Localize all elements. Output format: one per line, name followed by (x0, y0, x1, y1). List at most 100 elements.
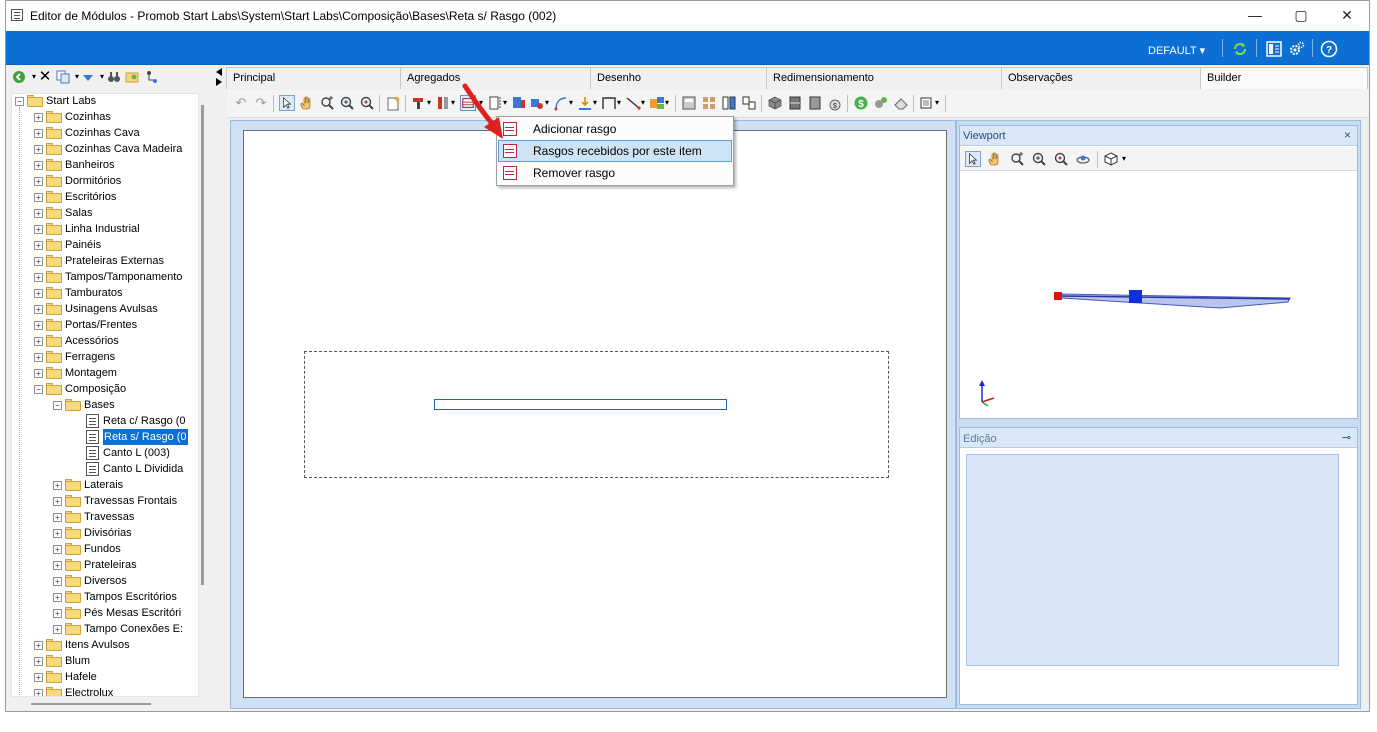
expand-icon[interactable]: + (34, 161, 43, 170)
chevron-down-icon[interactable]: ▾ (1120, 151, 1128, 167)
expand-icon[interactable]: + (34, 193, 43, 202)
maximize-button[interactable]: ▢ (1278, 1, 1324, 31)
collapse-icon[interactable]: − (15, 97, 24, 106)
chevron-down-icon[interactable]: ▾ (615, 95, 623, 111)
pan-hand-icon[interactable] (987, 151, 1003, 167)
texture-icon[interactable] (873, 95, 889, 111)
pan-hand-icon[interactable] (299, 95, 315, 111)
chevron-down-icon[interactable]: ▾ (933, 95, 941, 111)
module-outline[interactable] (304, 351, 889, 478)
expand-icon[interactable]: + (34, 177, 43, 186)
expand-icon[interactable]: + (34, 257, 43, 266)
menu-item-adicionar-rasgo[interactable]: Adicionar rasgo (498, 118, 732, 140)
3d-model-preview[interactable] (1050, 284, 1300, 316)
groove-shape[interactable] (434, 399, 727, 410)
chevron-down-icon[interactable]: ▾ (567, 95, 575, 111)
collapse-pane-icon[interactable] (214, 67, 224, 87)
price-icon[interactable]: $ (853, 95, 869, 111)
expand-icon[interactable]: + (34, 241, 43, 250)
expand-icon[interactable]: + (34, 673, 43, 682)
copy-icon[interactable] (56, 70, 70, 84)
expand-icon[interactable]: + (53, 609, 62, 618)
expand-icon[interactable]: + (34, 273, 43, 282)
gear-icon[interactable] (1288, 40, 1306, 58)
image-folder-icon[interactable] (125, 70, 139, 84)
chevron-down-icon[interactable]: ▾ (543, 95, 551, 111)
layout-icon[interactable] (1265, 40, 1283, 58)
profile-selector[interactable]: DEFAULT ▾ (1148, 44, 1205, 57)
expand-icon[interactable]: + (53, 593, 62, 602)
drawing-canvas[interactable] (243, 130, 947, 698)
edicao-content[interactable] (966, 454, 1339, 666)
expand-icon[interactable]: + (34, 289, 43, 298)
refresh-icon[interactable] (1231, 40, 1249, 58)
chevron-down-icon[interactable]: ▾ (591, 95, 599, 111)
view-cube-icon[interactable] (1103, 151, 1119, 167)
expand-icon[interactable]: + (53, 577, 62, 586)
eraser-icon[interactable] (893, 95, 909, 111)
chevron-down-icon[interactable]: ▾ (639, 95, 647, 111)
expand-icon[interactable]: + (34, 113, 43, 122)
split-panel-icon[interactable] (721, 95, 737, 111)
expand-icon[interactable]: + (34, 369, 43, 378)
orbit-icon[interactable] (1075, 151, 1091, 167)
tab-redimensionamento[interactable]: Redimensionamento (766, 67, 1002, 89)
menu-item-rasgos-recebidos[interactable]: Rasgos recebidos por este item (498, 140, 732, 162)
calculator-icon[interactable] (681, 95, 697, 111)
undo-icon[interactable]: ↶ (233, 95, 249, 111)
move-down-icon[interactable] (81, 70, 95, 84)
chevron-down-icon[interactable]: ▾ (425, 95, 433, 111)
tab-observacoes[interactable]: Observações (1001, 67, 1201, 89)
expand-icon[interactable]: + (34, 145, 43, 154)
tab-principal[interactable]: Principal (226, 67, 401, 89)
expand-icon[interactable]: + (34, 689, 43, 696)
expand-icon[interactable]: + (34, 641, 43, 650)
new-item-icon[interactable] (385, 95, 401, 111)
collapse-icon[interactable]: − (34, 385, 43, 394)
expand-icon[interactable]: + (34, 225, 43, 234)
expand-icon[interactable]: + (34, 129, 43, 138)
tree-expand-icon[interactable] (145, 70, 159, 84)
close-button[interactable]: ✕ (1324, 1, 1369, 31)
tab-desenho[interactable]: Desenho (590, 67, 767, 89)
minimize-button[interactable]: — (1232, 1, 1278, 31)
redo-icon[interactable]: ↷ (253, 95, 269, 111)
zoom-out-icon[interactable] (359, 95, 375, 111)
chevron-down-icon[interactable]: ▾ (663, 95, 671, 111)
tree-vertical-scrollbar[interactable] (201, 105, 204, 585)
money-bag-icon[interactable]: $ (827, 95, 843, 111)
back-icon[interactable] (12, 70, 26, 84)
align-icon[interactable] (741, 95, 757, 111)
zoom-in-icon[interactable] (1031, 151, 1047, 167)
expand-icon[interactable]: + (53, 481, 62, 490)
zoom-fit-icon[interactable] (1009, 151, 1025, 167)
panel-icon[interactable] (807, 95, 823, 111)
expand-icon[interactable]: + (34, 209, 43, 218)
expand-icon[interactable]: + (34, 353, 43, 362)
expand-icon[interactable]: + (53, 561, 62, 570)
tree-horizontal-scrollbar[interactable] (31, 703, 151, 705)
delete-icon[interactable]: ✕ (38, 69, 52, 84)
select-pointer-icon[interactable] (279, 95, 295, 111)
expand-icon[interactable]: + (34, 305, 43, 314)
help-icon[interactable]: ? (1320, 40, 1338, 58)
zoom-in-icon[interactable] (339, 95, 355, 111)
binoculars-icon[interactable] (107, 70, 121, 84)
expand-icon[interactable]: + (34, 337, 43, 346)
select-pointer-icon[interactable] (965, 151, 981, 167)
grid-icon[interactable] (701, 95, 717, 111)
expand-icon[interactable]: + (53, 497, 62, 506)
zoom-out-icon[interactable] (1053, 151, 1069, 167)
tab-builder[interactable]: Builder (1200, 67, 1368, 89)
viewport-close-button[interactable]: × (1344, 128, 1351, 142)
expand-icon[interactable]: + (53, 513, 62, 522)
expand-icon[interactable]: + (53, 529, 62, 538)
cube-icon[interactable] (767, 95, 783, 111)
list-icon[interactable] (511, 95, 527, 111)
zoom-fit-icon[interactable] (319, 95, 335, 111)
cabinet-icon[interactable] (787, 95, 803, 111)
chevron-down-icon[interactable]: ▾ (449, 95, 457, 111)
expand-icon[interactable]: + (53, 625, 62, 634)
expand-icon[interactable]: + (34, 321, 43, 330)
pin-icon[interactable]: ⊸ (1342, 431, 1351, 444)
